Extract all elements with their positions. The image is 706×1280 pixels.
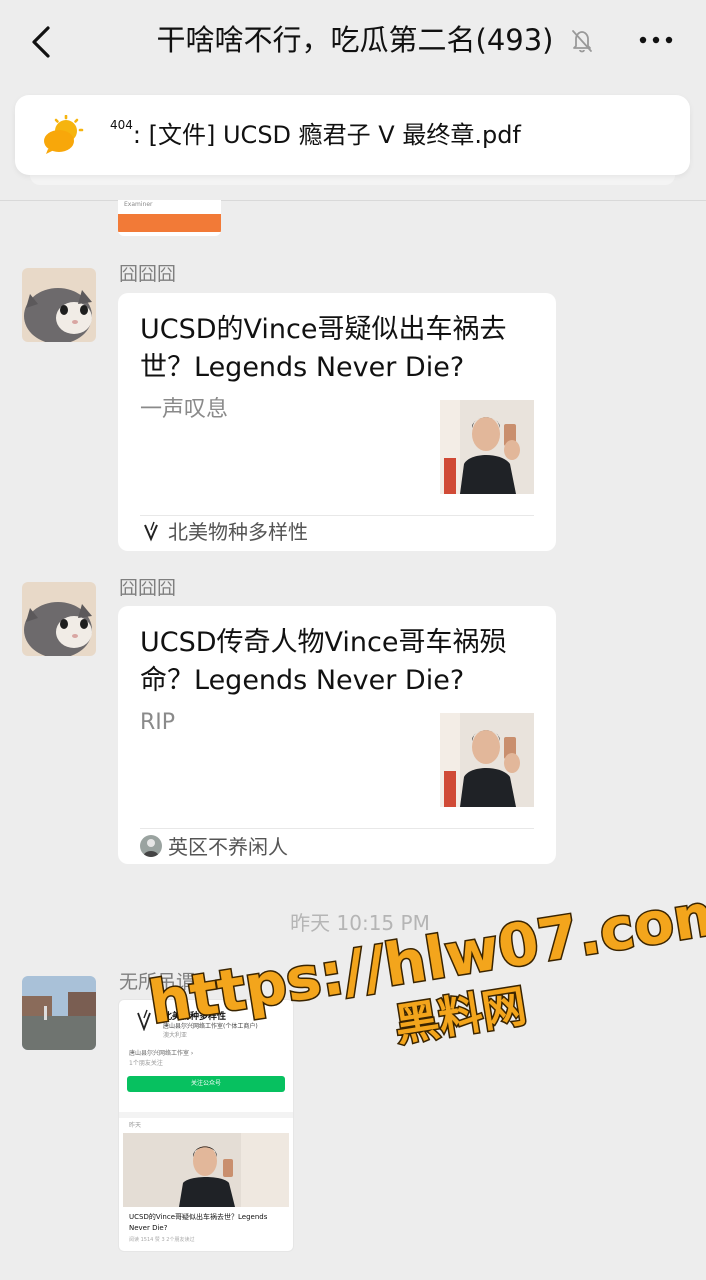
shot-owner-line: 唐山县尔兴网络工作室 › — [129, 1050, 194, 1057]
avatar[interactable] — [22, 976, 96, 1050]
selfie-photo-icon — [123, 1133, 289, 1207]
shot-caption: UCSD的Vince哥疑似出车祸去世？Legends Never Die? — [129, 1213, 268, 1232]
avatar[interactable] — [22, 268, 96, 342]
shot-account-owner: 唐山县尔兴网络工作室(个体工商户) — [163, 1023, 258, 1030]
partial-file-message[interactable]: Examiner — [118, 200, 221, 236]
v-logo-icon — [137, 1009, 151, 1031]
link-card[interactable]: UCSD的Vince哥疑似出车祸去世？Legends Never Die? 一声… — [118, 293, 556, 551]
more-dots-icon[interactable] — [638, 30, 674, 50]
card-desc: RIP — [140, 710, 176, 735]
card-desc: 一声叹息 — [140, 397, 229, 422]
link-card[interactable]: UCSD传奇人物Vince哥车祸殒命？Legends Never Die? RI… — [118, 606, 556, 864]
bell-muted-icon — [572, 30, 592, 53]
chat-header: 干啥啥不行，吃瓜第二名(493) — [0, 0, 706, 82]
photo-avatar-icon — [22, 976, 96, 1050]
v-logo-icon — [144, 521, 158, 542]
partial-file-bar — [118, 214, 221, 232]
card-thumbnail — [440, 400, 534, 494]
cat-avatar-icon — [22, 268, 96, 342]
sender-name: 囧囧囧 — [119, 577, 177, 599]
sender-name: 囧囧囧 — [119, 263, 177, 285]
card-title: UCSD的Vince哥疑似出车祸去世？Legends Never Die? — [140, 314, 507, 383]
shot-friends-line: 1个朋友关注 — [129, 1060, 163, 1067]
pinned-message[interactable]: 404: [文件] UCSD 瘾君子 V 最终章.pdf — [15, 95, 690, 175]
card-source: 北美物种多样性 — [168, 520, 308, 544]
shot-photo — [123, 1133, 289, 1207]
partial-file-label: Examiner — [124, 201, 153, 208]
shot-date: 昨天 — [129, 1122, 142, 1129]
card-separator — [140, 828, 534, 829]
cat-avatar-icon — [22, 582, 96, 656]
card-thumbnail — [440, 713, 534, 807]
watermark-name: 黑料网 — [392, 981, 530, 1052]
pinned-colon: : — [132, 121, 141, 149]
card-title: UCSD传奇人物Vince哥车祸殒命？Legends Never Die? — [140, 627, 507, 696]
shot-follow-button: 关注公众号 — [127, 1076, 285, 1092]
image-message[interactable]: 北美物种多样性 唐山县尔兴网络工作室(个体工商户) 澳大利亚 唐山县尔兴网络工作… — [118, 999, 294, 1252]
selfie-thumbnail-icon — [440, 400, 534, 494]
pinned-file-text: [文件] UCSD 瘾君子 V 最终章.pdf — [148, 121, 521, 149]
time-divider: 昨天 10:15 PM — [290, 911, 430, 935]
card-separator — [140, 515, 534, 516]
shot-account-location: 澳大利亚 — [163, 1032, 188, 1039]
shot-gap — [119, 1112, 293, 1118]
pinned-text: 404: [文件] UCSD 瘾君子 V 最终章.pdf — [110, 115, 670, 155]
sun-cloud-icon — [44, 115, 84, 154]
selfie-thumbnail-icon — [440, 713, 534, 807]
chevron-left-icon[interactable] — [26, 22, 60, 62]
avatar-small-icon — [140, 835, 162, 857]
avatar[interactable] — [22, 582, 96, 656]
sender-name: 无所吊谓 — [119, 971, 196, 993]
pinned-stack-shadow — [30, 175, 675, 185]
shot-stats: 阅读 1514 赞 3 2个朋友读过 — [129, 1237, 195, 1243]
divider — [0, 200, 706, 201]
chat-title: 干啥啥不行，吃瓜第二名(493) — [156, 23, 554, 57]
pinned-sender: 404 — [110, 118, 133, 132]
card-source: 英区不养闲人 — [168, 835, 288, 859]
